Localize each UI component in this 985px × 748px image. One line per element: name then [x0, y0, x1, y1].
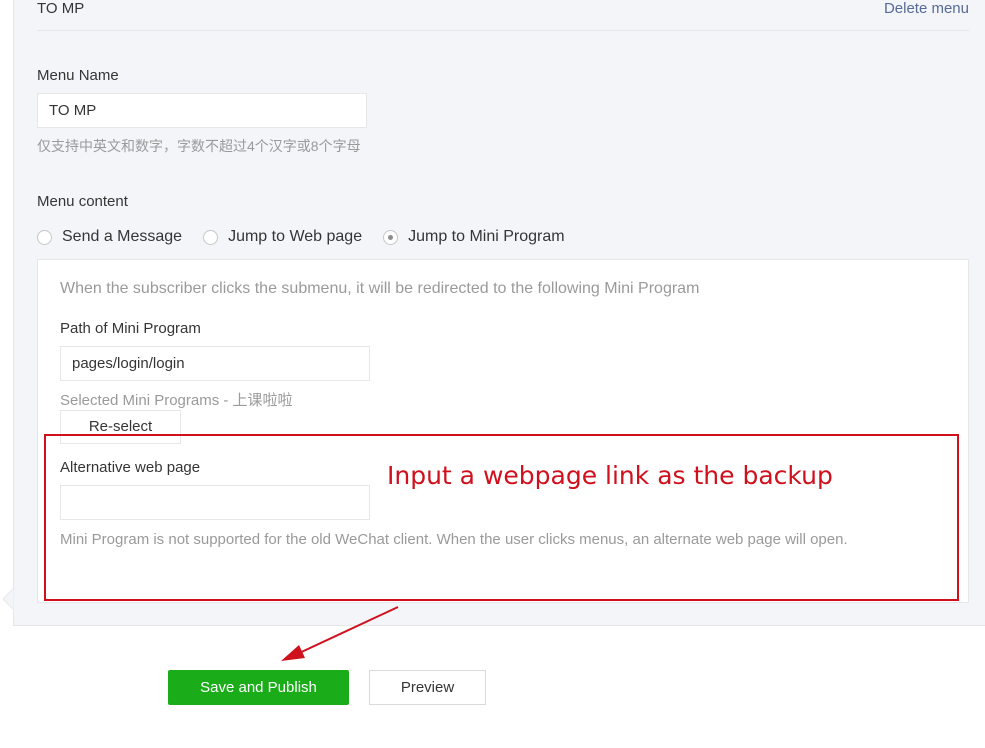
- radio-jump-web-page-label: Jump to Web page: [228, 228, 363, 245]
- menu-name-label: Menu Name: [37, 67, 119, 84]
- radio-send-message[interactable]: Send a Message: [37, 228, 182, 246]
- menu-title: TO MP: [37, 0, 85, 17]
- header-divider: [37, 30, 969, 31]
- panel-pointer-notch: [3, 588, 15, 610]
- annotation-arrow-icon: [281, 606, 399, 661]
- radio-jump-mini-program-circle[interactable]: [383, 229, 399, 245]
- radio-jump-mini-program-label: Jump to Mini Program: [408, 228, 565, 245]
- radio-jump-web-page[interactable]: Jump to Web page: [203, 228, 362, 246]
- annotation-highlight-box: [44, 434, 959, 601]
- mini-program-path-input[interactable]: [60, 346, 370, 381]
- preview-button[interactable]: Preview: [369, 670, 486, 705]
- mini-program-path-label: Path of Mini Program: [60, 320, 201, 337]
- menu-name-hint: 仅支持中英文和数字，字数不超过4个汉字或8个字母: [37, 138, 361, 154]
- save-and-publish-button[interactable]: Save and Publish: [168, 670, 349, 705]
- delete-menu-link[interactable]: Delete menu: [884, 0, 969, 17]
- annotation-text: Input a webpage link as the backup: [387, 461, 833, 490]
- radio-send-message-circle[interactable]: [37, 229, 52, 245]
- menu-content-radio-group: Send a Message Jump to Web page Jump to …: [37, 227, 586, 247]
- selected-mini-program-text: Selected Mini Programs - 上课啦啦: [60, 392, 293, 409]
- radio-jump-mini-program[interactable]: Jump to Mini Program: [383, 228, 565, 246]
- menu-name-input[interactable]: [37, 93, 367, 128]
- radio-send-message-label: Send a Message: [62, 228, 183, 245]
- radio-jump-web-page-circle[interactable]: [203, 229, 219, 245]
- menu-content-label: Menu content: [37, 193, 128, 210]
- mini-program-description: When the subscriber clicks the submenu, …: [60, 280, 700, 297]
